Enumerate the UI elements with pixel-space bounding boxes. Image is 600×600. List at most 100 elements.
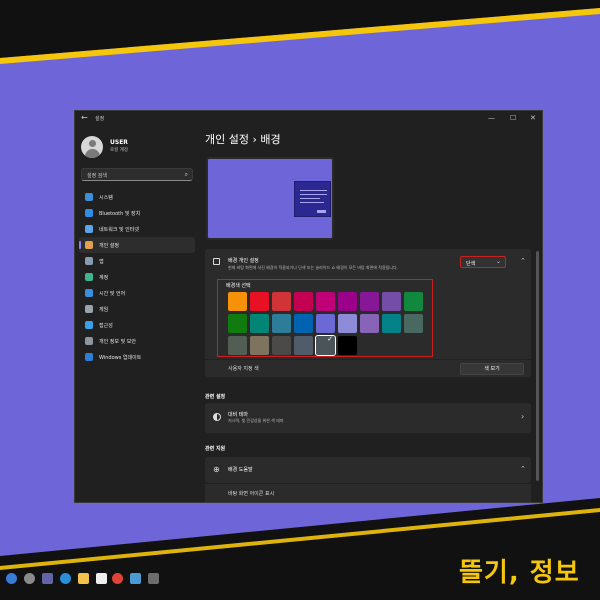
sidebar-item-label: 접근성: [99, 323, 113, 329]
color-swatch[interactable]: [338, 314, 357, 333]
color-swatch[interactable]: [360, 292, 379, 311]
photos-icon[interactable]: [130, 573, 141, 584]
color-swatch[interactable]: [316, 292, 335, 311]
help-link-row[interactable]: 바탕 화면 아이콘 표시: [205, 484, 531, 502]
sidebar-item-label: 시스템: [99, 195, 113, 201]
back-arrow-icon[interactable]: ←: [81, 113, 88, 122]
sidebar-item[interactable]: 게임: [79, 301, 195, 317]
top-diagonal-band: [0, 0, 600, 64]
background-type-dropdown[interactable]: 단색 ⌄: [460, 256, 506, 268]
color-swatch[interactable]: [294, 336, 313, 355]
sidebar-item-label: Windows 업데이트: [99, 355, 142, 361]
color-swatch[interactable]: [228, 292, 247, 311]
breadcrumb: 개인 설정 › 배경: [205, 131, 281, 147]
preview-window: [294, 181, 331, 217]
related-settings-heading: 관련 설정: [205, 394, 226, 400]
taskbar: [0, 568, 170, 590]
chevron-up-icon[interactable]: ⌃: [520, 465, 526, 473]
color-swatch[interactable]: [250, 336, 269, 355]
sidebar-item[interactable]: 계정: [79, 269, 195, 285]
color-swatch[interactable]: [294, 314, 313, 333]
shield-icon: [85, 337, 93, 345]
chevron-up-icon[interactable]: ⌃: [520, 257, 526, 265]
search-input[interactable]: 설정 검색 ⌕: [81, 168, 193, 181]
contrast-icon: [213, 413, 221, 421]
color-swatch[interactable]: [250, 314, 269, 333]
chat-icon[interactable]: [42, 573, 53, 584]
account-icon: [85, 273, 93, 281]
time-language-icon: [85, 289, 93, 297]
sidebar: USER 로컬 계정 설정 검색 ⌕ 시스템 Bluetooth 및 장치네트워크…: [75, 127, 197, 502]
settings-gear-icon[interactable]: [148, 573, 159, 584]
color-swatch[interactable]: [404, 314, 423, 333]
color-swatch[interactable]: [360, 314, 379, 333]
color-swatch[interactable]: [404, 292, 423, 311]
search-taskbar-icon[interactable]: [24, 573, 35, 584]
sidebar-item[interactable]: 개인 정보 및 보안: [79, 333, 195, 349]
color-swatch[interactable]: [382, 314, 401, 333]
palette-title: 배경색 선택: [226, 283, 251, 289]
sidebar-item-label: 게임: [99, 307, 109, 313]
sidebar-item[interactable]: 시스템: [79, 189, 195, 205]
color-swatch[interactable]: [338, 336, 357, 355]
search-icon[interactable]: ⌕: [185, 171, 188, 179]
edge-icon[interactable]: [60, 573, 71, 584]
sidebar-item-label: 계정: [99, 275, 109, 281]
show-desktop-icons-link[interactable]: 바탕 화면 아이콘 표시: [228, 490, 274, 497]
start-icon[interactable]: [6, 573, 17, 584]
sidebar-item-label: Bluetooth 및 장치: [99, 211, 141, 217]
sidebar-item[interactable]: 개인 설정: [79, 237, 195, 253]
chrome-icon[interactable]: [112, 573, 123, 584]
store-icon[interactable]: [96, 573, 107, 584]
breadcrumb-parent[interactable]: 개인 설정: [205, 133, 249, 146]
maximize-button[interactable]: ☐: [510, 114, 516, 122]
sidebar-item-label: 앱: [99, 259, 104, 265]
custom-color-row: 사용자 지정 색 색 보기: [205, 359, 531, 377]
avatar[interactable]: [81, 136, 103, 158]
user-account-type: 로컬 계정: [110, 148, 128, 153]
scrollbar[interactable]: [536, 251, 539, 481]
contrast-theme-title: 대비 테마: [228, 412, 248, 418]
sidebar-item[interactable]: Windows 업데이트: [79, 349, 195, 365]
network-icon: [85, 225, 93, 233]
color-swatch[interactable]: [272, 314, 291, 333]
file-explorer-icon[interactable]: [78, 573, 89, 584]
bluetooth-icon: [85, 209, 93, 217]
close-button[interactable]: ✕: [530, 114, 536, 122]
user-name: USER: [110, 139, 128, 146]
brand-watermark: 뜰기, 정보: [459, 558, 580, 588]
sidebar-item[interactable]: 접근성: [79, 317, 195, 333]
color-swatch[interactable]: [272, 336, 291, 355]
color-swatch[interactable]: [250, 292, 269, 311]
app-title: 설정: [95, 116, 105, 122]
chevron-down-icon: ⌄: [495, 258, 501, 265]
desktop-preview: [206, 157, 334, 240]
gaming-icon: [85, 305, 93, 313]
color-swatch[interactable]: [382, 292, 401, 311]
sidebar-item[interactable]: 앱: [79, 253, 195, 269]
background-card-description: 현재 바탕 화면에 사진 배경이 적용되거나 단색 또는 슬라이드 쇼 배경이 …: [228, 265, 398, 270]
sidebar-item-label: 개인 설정: [99, 243, 119, 249]
color-swatch[interactable]: [228, 314, 247, 333]
minimize-button[interactable]: —: [488, 114, 495, 122]
contrast-theme-card[interactable]: 대비 테마 저시력, 빛 민감성을 위한 색 테마 ›: [205, 403, 531, 433]
update-icon: [85, 353, 93, 361]
sidebar-item[interactable]: Bluetooth 및 장치: [79, 205, 195, 221]
background-card-title: 배경 개인 설정: [228, 258, 259, 264]
color-swatch[interactable]: [272, 292, 291, 311]
sidebar-item-label: 개인 정보 및 보안: [99, 339, 136, 345]
page-title: 배경: [260, 133, 281, 146]
color-swatch[interactable]: ✓: [315, 335, 336, 356]
sidebar-item[interactable]: 네트워크 및 인터넷: [79, 221, 195, 237]
sidebar-item[interactable]: 시간 및 언어: [79, 285, 195, 301]
color-swatch[interactable]: [228, 336, 247, 355]
view-colors-button[interactable]: 색 보기: [460, 363, 524, 375]
color-swatch[interactable]: [294, 292, 313, 311]
title-bar: ← 설정 — ☐ ✕: [75, 111, 542, 127]
background-settings-card: 배경 개인 설정 현재 바탕 화면에 사진 배경이 적용되거나 단색 또는 슬라…: [205, 249, 531, 377]
chevron-right-icon: ›: [521, 412, 525, 421]
dropdown-value: 단색: [466, 261, 476, 267]
background-help-card[interactable]: ⊕ 배경 도움말 ⌃: [205, 457, 531, 483]
color-swatch[interactable]: [338, 292, 357, 311]
color-swatch[interactable]: [316, 314, 335, 333]
